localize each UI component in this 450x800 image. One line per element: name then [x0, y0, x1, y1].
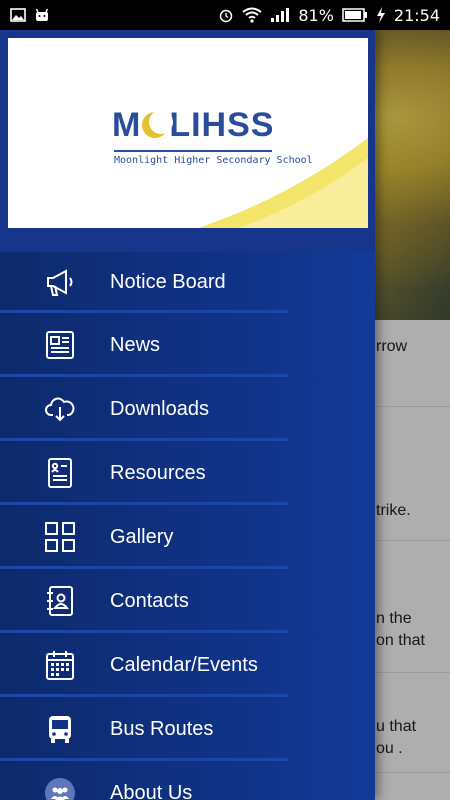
- moon-icon: [142, 110, 174, 138]
- menu-label: Resources: [110, 461, 206, 484]
- menu-item-about-us[interactable]: About Us: [0, 761, 375, 800]
- bus-icon: [44, 713, 76, 745]
- logo-title: M LIHSS: [112, 106, 275, 144]
- alarm-icon: [218, 7, 234, 23]
- navigation-drawer: M LIHSS Moonlight Higher Secondary School…: [0, 30, 375, 800]
- image-notification-icon: [10, 8, 26, 22]
- cloud-download-icon: [44, 393, 76, 425]
- menu-label: Downloads: [110, 397, 209, 420]
- menu-label: About Us: [110, 781, 193, 800]
- newspaper-icon: [44, 329, 76, 361]
- menu-label: Bus Routes: [110, 717, 214, 740]
- menu-item-news[interactable]: News: [0, 313, 375, 377]
- menu-label: Gallery: [110, 525, 174, 548]
- drawer-menu: Notice Board News Downloads Resources Ga…: [0, 252, 375, 800]
- menu-item-calendar-events[interactable]: Calendar/Events: [0, 633, 375, 697]
- drawer-header: M LIHSS Moonlight Higher Secondary School: [0, 30, 375, 252]
- battery-icon: [342, 8, 368, 22]
- logo-subtitle: Moonlight Higher Secondary School: [114, 155, 313, 166]
- menu-item-notice-board[interactable]: Notice Board: [0, 252, 375, 313]
- megaphone-icon: [44, 267, 76, 299]
- group-icon: [44, 777, 76, 800]
- menu-item-contacts[interactable]: Contacts: [0, 569, 375, 633]
- battery-percent: 81%: [298, 5, 334, 25]
- menu-label: Contacts: [110, 589, 189, 612]
- clock-time: 21:54: [393, 5, 440, 25]
- logo-rule: [114, 150, 272, 152]
- menu-item-downloads[interactable]: Downloads: [0, 377, 375, 441]
- menu-label: Notice Board: [110, 271, 226, 293]
- wifi-icon: [242, 7, 262, 23]
- calendar-icon: [44, 649, 76, 681]
- status-bar: 81% 21:54: [0, 0, 450, 30]
- charging-icon: [376, 7, 386, 23]
- document-icon: [44, 457, 76, 489]
- menu-item-gallery[interactable]: Gallery: [0, 505, 375, 569]
- school-logo: M LIHSS Moonlight Higher Secondary School: [8, 38, 368, 228]
- menu-item-resources[interactable]: Resources: [0, 441, 375, 505]
- android-icon: [34, 7, 50, 23]
- menu-item-bus-routes[interactable]: Bus Routes: [0, 697, 375, 761]
- menu-label: News: [110, 333, 161, 356]
- grid-icon: [44, 521, 76, 553]
- menu-label: Calendar/Events: [110, 653, 258, 676]
- address-book-icon: [44, 585, 76, 617]
- signal-icon: [270, 7, 290, 23]
